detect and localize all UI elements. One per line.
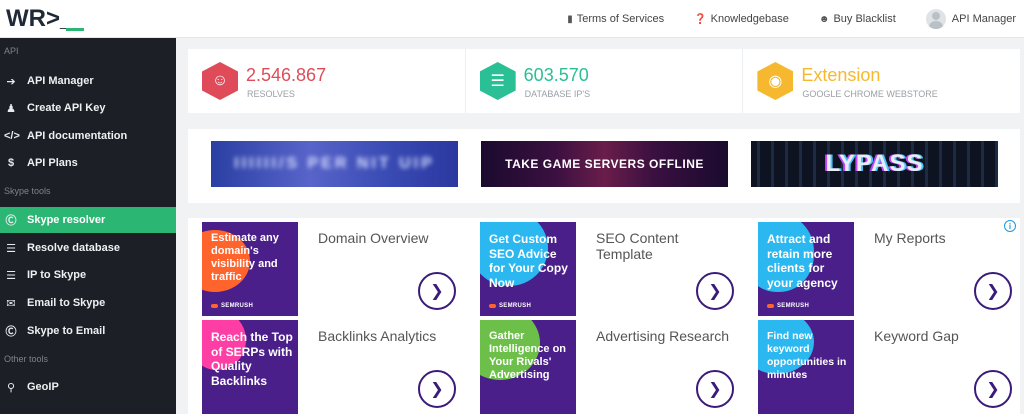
banner-card: IIIIII/S PER NIT UIP TAKE GAME SERVERS O…: [188, 129, 1020, 203]
ad-title[interactable]: Keyword Gap: [874, 328, 994, 344]
database-icon: ☰: [479, 62, 516, 100]
code-icon: </>: [4, 130, 20, 142]
svg-text:WR>_: WR>_: [6, 5, 74, 32]
map-marker-icon: ⚲: [6, 381, 16, 394]
sidebar-item-ip-to-skype[interactable]: ☰ IP to Skype: [0, 262, 176, 288]
chevron-right-icon[interactable]: ❯: [418, 370, 456, 408]
chevron-right-icon[interactable]: ❯: [974, 272, 1012, 310]
user-icon: ☺: [202, 62, 238, 100]
user-menu[interactable]: API Manager: [925, 9, 1016, 29]
sidebar-item-skype-to-email[interactable]: Ⓒ Skype to Email: [0, 318, 176, 344]
top-nav: ▮ Terms of Services ❓ Knowledgebase ☻ Bu…: [537, 0, 1016, 38]
question-circle-icon: ❓: [694, 13, 707, 25]
sidebar-item-email-to-skype[interactable]: ✉ Email to Skype: [0, 290, 176, 316]
envelope-icon: ✉: [6, 297, 16, 310]
buy-blacklist-link[interactable]: ☻ Buy Blacklist: [819, 13, 896, 25]
banner-ad-1[interactable]: IIIIII/S PER NIT UIP: [211, 141, 458, 187]
ad-tile[interactable]: Find new keyword opportunities in minute…: [758, 320, 854, 414]
sidebar-item-api-plans[interactable]: $ API Plans: [0, 150, 176, 176]
ads-area: i Estimate any domain's visibility and t…: [188, 218, 1020, 414]
sidebar: API ➔ API Manager ♟ Create API Key </> A…: [0, 38, 176, 414]
chrome-icon: ◉: [757, 62, 794, 100]
ad-title[interactable]: Domain Overview: [318, 230, 458, 246]
skype-icon: Ⓒ: [5, 326, 17, 338]
ad-title[interactable]: My Reports: [874, 230, 994, 246]
ad-tile[interactable]: Attract and retain more clients for your…: [758, 222, 854, 316]
sidebar-item-api-manager[interactable]: ➔ API Manager: [0, 68, 176, 94]
top-header: WR>_ ▮ Terms of Services ❓ Knowledgebase…: [0, 0, 1024, 38]
terms-of-services-link[interactable]: ▮ Terms of Services: [567, 13, 664, 25]
ad-title[interactable]: Backlinks Analytics: [318, 328, 478, 344]
stat-value: 603.570: [523, 65, 589, 85]
sidebar-section-other-tools: Other tools: [4, 354, 49, 364]
chevron-right-icon[interactable]: ❯: [696, 272, 734, 310]
sidebar-section-api: API: [4, 46, 19, 56]
stats-card: ☺ 2.546.867 RESOLVES ☰ 603.570 DATABASE …: [188, 49, 1020, 113]
chevron-right-icon[interactable]: ❯: [418, 272, 456, 310]
stat-database-ips: ☰ 603.570 DATABASE IP'S: [466, 49, 744, 113]
knowledgebase-link[interactable]: ❓ Knowledgebase: [694, 13, 789, 25]
user-plus-icon: ♟: [6, 102, 16, 115]
banner-ad-2[interactable]: TAKE GAME SERVERS OFFLINE: [481, 141, 728, 187]
dollar-icon: $: [7, 157, 15, 169]
sidebar-item-geoip[interactable]: ⚲ GeoIP: [0, 374, 176, 400]
ad-title[interactable]: SEO Content Template: [596, 230, 706, 262]
sign-in-icon: ➔: [6, 75, 16, 88]
database-icon: ☰: [6, 242, 16, 255]
book-icon: ▮: [567, 13, 573, 25]
stat-value: 2.546.867: [246, 65, 327, 85]
database-icon: ☰: [6, 269, 16, 282]
chevron-right-icon[interactable]: ❯: [696, 370, 734, 408]
ad-tile[interactable]: Estimate any domain's visibility and tra…: [202, 222, 298, 316]
sidebar-item-api-documentation[interactable]: </> API documentation: [0, 123, 176, 149]
stat-label: DATABASE IP'S: [524, 89, 591, 99]
ad-tile[interactable]: Reach the Top of SERPs with Quality Back…: [202, 320, 298, 414]
stat-extension[interactable]: ◉ Extension GOOGLE CHROME WEBSTORE: [743, 49, 1020, 113]
user-block-icon: ☻: [818, 13, 830, 25]
stat-value: Extension: [801, 65, 881, 85]
ad-title[interactable]: Advertising Research: [596, 328, 746, 344]
sidebar-item-resolve-database[interactable]: ☰ Resolve database: [0, 235, 176, 261]
stat-label: GOOGLE CHROME WEBSTORE: [802, 89, 938, 99]
chevron-right-icon[interactable]: ❯: [974, 370, 1012, 408]
avatar: [925, 9, 946, 29]
adchoices-icon[interactable]: i: [1004, 220, 1016, 232]
stat-label: RESOLVES: [247, 89, 295, 99]
banner-ad-3[interactable]: LYPASS: [751, 141, 998, 187]
sidebar-item-skype-resolver[interactable]: Ⓒ Skype resolver: [0, 207, 176, 233]
sidebar-item-create-api-key[interactable]: ♟ Create API Key: [0, 95, 176, 121]
skype-icon: Ⓒ: [5, 215, 17, 227]
logo[interactable]: WR>_: [6, 4, 88, 32]
stat-resolves: ☺ 2.546.867 RESOLVES: [188, 49, 466, 113]
ad-tile[interactable]: Get Custom SEO Advice for Your Copy Now …: [480, 222, 576, 316]
ad-tile[interactable]: Gather Intelligence on Your Rivals' Adve…: [480, 320, 576, 414]
sidebar-section-skype-tools: Skype tools: [4, 186, 51, 196]
